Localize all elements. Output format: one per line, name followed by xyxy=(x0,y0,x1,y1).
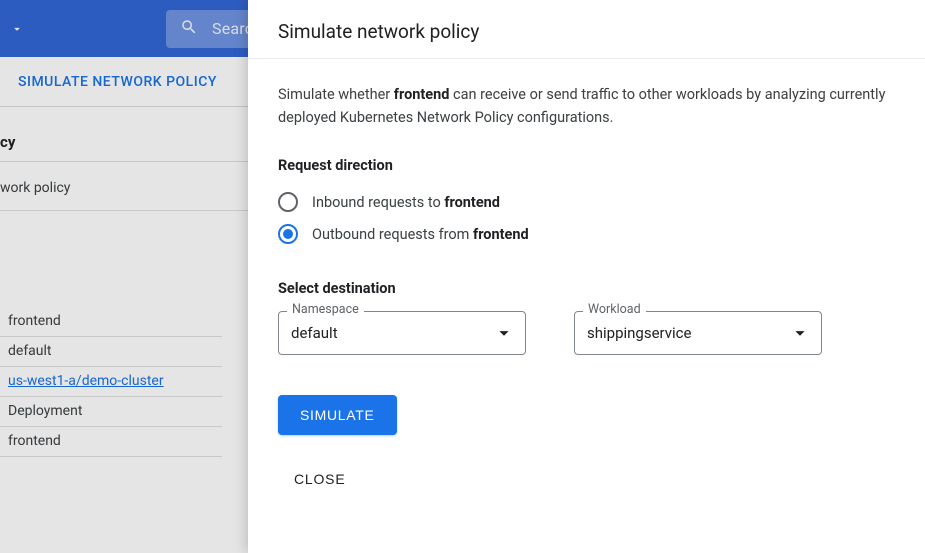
request-direction-heading: Request direction xyxy=(278,157,895,174)
close-button[interactable]: CLOSE xyxy=(294,471,345,487)
tab-simulate-network-policy[interactable]: SIMULATE NETWORK POLICY xyxy=(12,58,223,106)
chevron-down-icon xyxy=(493,322,515,344)
namespace-select-value: default xyxy=(291,324,338,342)
panel-title: Simulate network policy xyxy=(248,0,925,59)
radio-inbound[interactable]: Inbound requests to frontend xyxy=(278,186,895,218)
workload-select-value: shippingservice xyxy=(587,324,691,342)
radio-icon xyxy=(278,192,298,212)
destination-selects: Namespace default Workload shippingservi… xyxy=(278,311,895,355)
bg-row: Deployment xyxy=(0,397,222,427)
namespace-select[interactable]: Namespace default xyxy=(278,311,526,355)
radio-label: Inbound requests to frontend xyxy=(312,194,500,211)
simulate-button[interactable]: SIMULATE xyxy=(278,395,397,435)
workload-select[interactable]: Workload shippingservice xyxy=(574,311,822,355)
panel-body: Simulate whether frontend can receive or… xyxy=(248,59,925,553)
desc-workload-name: frontend xyxy=(394,86,450,103)
request-direction-radio-group: Inbound requests to frontend Outbound re… xyxy=(278,186,895,250)
bg-row: frontend xyxy=(0,427,222,457)
desc-text: Simulate whether xyxy=(278,86,394,103)
panel-description: Simulate whether frontend can receive or… xyxy=(278,83,895,129)
project-picker-chevron-icon[interactable] xyxy=(8,20,26,38)
chevron-down-icon xyxy=(789,322,811,344)
select-destination-heading: Select destination xyxy=(278,280,895,297)
radio-label: Outbound requests from frontend xyxy=(312,226,529,243)
simulate-policy-panel: Simulate network policy Simulate whether… xyxy=(248,0,925,553)
bg-row: frontend xyxy=(0,307,222,337)
workload-select-label: Workload xyxy=(583,302,646,317)
search-icon xyxy=(180,18,198,40)
namespace-select-label: Namespace xyxy=(287,302,364,317)
radio-icon xyxy=(278,224,298,244)
bg-row-cluster-link[interactable]: us-west1-a/demo-cluster xyxy=(0,367,222,397)
bg-row: default xyxy=(0,337,222,367)
radio-outbound[interactable]: Outbound requests from frontend xyxy=(278,218,895,250)
